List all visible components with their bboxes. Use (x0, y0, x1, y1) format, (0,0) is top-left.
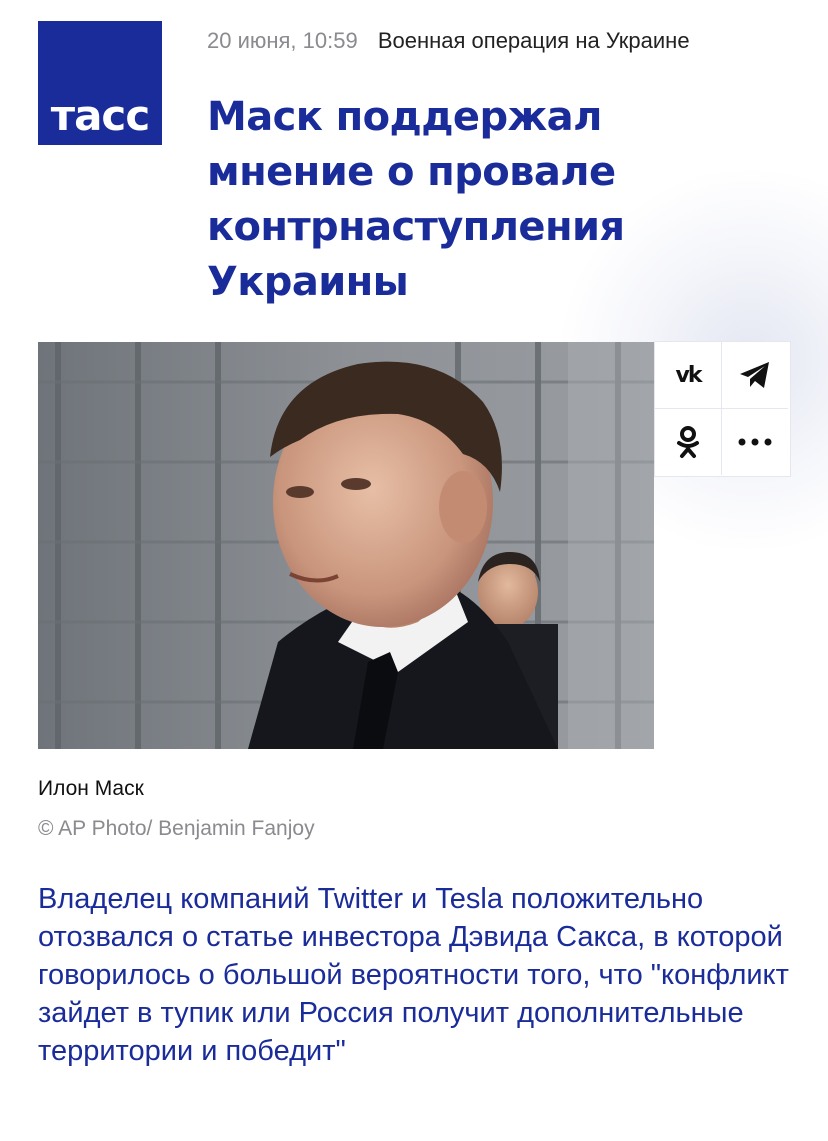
vk-icon: vk (675, 362, 703, 388)
logo-text: тасс (50, 91, 150, 140)
odnoklassniki-icon (677, 426, 699, 458)
more-icon (738, 438, 772, 446)
photo-credit: © AP Photo/ Benjamin Fanjoy (38, 817, 315, 840)
photo-caption: Илон Маск (38, 777, 144, 800)
article-headline: Маск поддержал мнение о провале контрнас… (207, 94, 625, 305)
rubric-link[interactable]: Военная операция на Украине (378, 28, 690, 53)
share-panel: vk (655, 342, 790, 476)
article-photo (38, 342, 654, 749)
tass-logo[interactable]: тасс (38, 21, 162, 145)
publish-date: 20 июня, 10:59 (207, 28, 358, 53)
share-more-button[interactable] (722, 409, 788, 475)
telegram-icon (740, 362, 769, 388)
share-telegram-button[interactable] (722, 342, 788, 409)
article-meta: 20 июня, 10:59 Военная операция на Украи… (207, 28, 690, 54)
article-page: тасс 20 июня, 10:59 Военная операция на … (0, 0, 828, 1141)
share-odnoklassniki-button[interactable] (655, 409, 722, 475)
share-vk-button[interactable]: vk (655, 342, 722, 409)
article-lead: Владелец компаний Twitter и Tesla положи… (38, 883, 789, 1067)
